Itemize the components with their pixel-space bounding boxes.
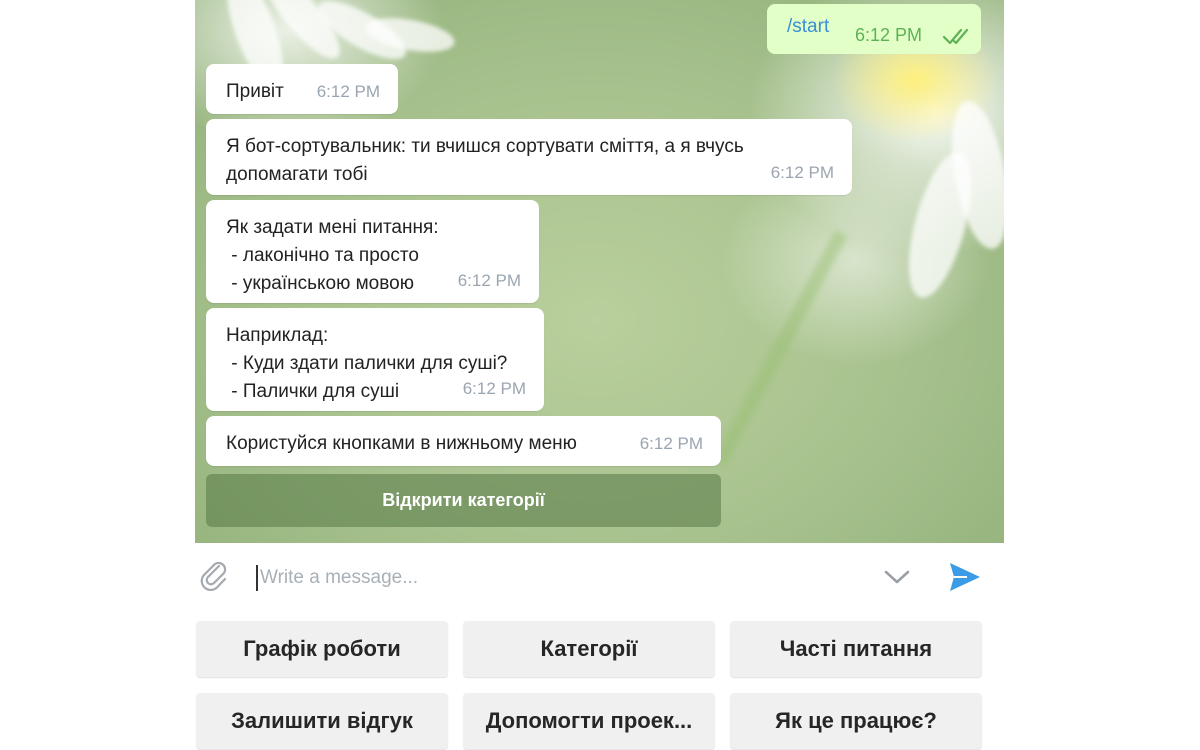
message-input[interactable] bbox=[258, 561, 862, 595]
paperclip-icon[interactable] bbox=[199, 559, 233, 593]
double-check-icon bbox=[942, 28, 969, 45]
keyboard-button-categories[interactable]: Категорії bbox=[463, 621, 715, 677]
message-text: Я бот-сортувальник: ти вчишся сортувати … bbox=[226, 136, 744, 185]
keyboard-button-schedule[interactable]: Графік роботи bbox=[196, 621, 448, 677]
send-icon[interactable] bbox=[947, 559, 983, 595]
chat-history[interactable]: /start 6:12 PM Привіт 6:12 PM Я бот-сорт… bbox=[195, 0, 1004, 543]
incoming-message[interactable]: Користуйся кнопками в нижньому меню 6:12… bbox=[206, 416, 721, 466]
message-composer bbox=[195, 543, 1004, 613]
chevron-down-icon[interactable] bbox=[882, 567, 912, 587]
outgoing-message-text: /start bbox=[787, 16, 830, 37]
outgoing-message-time: 6:12 PM bbox=[855, 25, 923, 45]
message-time: 6:12 PM bbox=[639, 434, 703, 453]
outgoing-message[interactable]: /start 6:12 PM bbox=[767, 4, 981, 54]
background-stem bbox=[712, 230, 848, 467]
message-text: Привіт bbox=[226, 81, 284, 102]
bot-keyboard: Графік роботи Категорії Часті питання За… bbox=[195, 613, 1004, 750]
keyboard-button-faq[interactable]: Часті питання bbox=[730, 621, 982, 677]
message-time: 6:12 PM bbox=[316, 82, 380, 101]
incoming-message[interactable]: Привіт 6:12 PM bbox=[206, 64, 398, 114]
message-text: Як задати мені питання: - лаконічно та п… bbox=[226, 217, 439, 294]
keyboard-button-how-it-works[interactable]: Як це працює? bbox=[730, 693, 982, 749]
message-time: 6:12 PM bbox=[457, 271, 521, 290]
message-time: 6:12 PM bbox=[462, 379, 526, 398]
open-categories-button[interactable]: Відкрити категорії bbox=[206, 474, 721, 527]
incoming-message[interactable]: Як задати мені питання: - лаконічно та п… bbox=[206, 200, 539, 303]
telegram-chat-window: /start 6:12 PM Привіт 6:12 PM Я бот-сорт… bbox=[195, 0, 1004, 750]
message-time: 6:12 PM bbox=[770, 163, 834, 182]
message-text: Користуйся кнопками в нижньому меню bbox=[226, 433, 577, 454]
keyboard-button-feedback[interactable]: Залишити відгук bbox=[196, 693, 448, 749]
keyboard-button-help-project[interactable]: Допомогти проек... bbox=[463, 693, 715, 749]
incoming-message[interactable]: Я бот-сортувальник: ти вчишся сортувати … bbox=[206, 119, 852, 195]
incoming-message[interactable]: Наприклад: - Куди здати палички для суші… bbox=[206, 308, 544, 411]
